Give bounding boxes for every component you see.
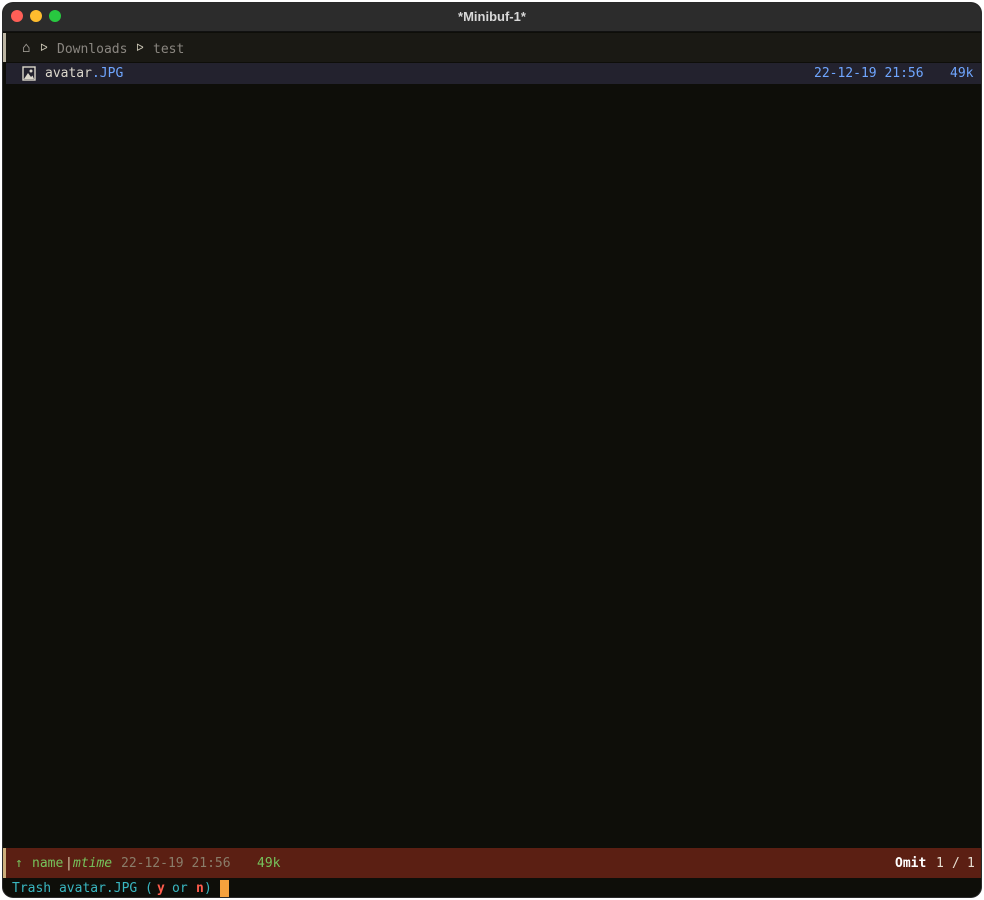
minibuffer-or: or bbox=[172, 881, 188, 896]
position-current: 1 bbox=[936, 856, 944, 871]
file-name[interactable]: avatar.JPG bbox=[45, 66, 123, 81]
title-bar: *Minibuf-1* bbox=[3, 3, 981, 32]
breadcrumb-separator-icon: ᐅ bbox=[40, 43, 48, 54]
file-mtime: 22-12-19 21:56 bbox=[814, 66, 924, 81]
yes-key: y bbox=[157, 881, 165, 896]
sort-separator: | bbox=[65, 856, 73, 871]
minibuffer[interactable]: Trash avatar.JPG ( y or n ) bbox=[3, 879, 981, 897]
minibuffer-prompt-suffix: ) bbox=[204, 881, 212, 896]
image-file-icon bbox=[22, 66, 36, 85]
breadcrumb-item-test[interactable]: test bbox=[153, 42, 184, 57]
omit-indicator[interactable]: Omit bbox=[895, 856, 926, 871]
modeline-date: 22-12-19 21:56 bbox=[121, 856, 231, 871]
text-cursor bbox=[220, 880, 229, 897]
window-title: *Minibuf-1* bbox=[458, 9, 526, 24]
file-extension: .JPG bbox=[91, 66, 124, 81]
mode-line: ↑ name | mtime 22-12-19 21:56 49k Omit 1… bbox=[3, 848, 981, 878]
position-separator: / bbox=[952, 856, 960, 871]
breadcrumb-item-downloads[interactable]: Downloads bbox=[57, 42, 127, 57]
home-icon[interactable]: ⌂ bbox=[22, 40, 30, 56]
sort-by-name[interactable]: name bbox=[32, 856, 63, 871]
sort-arrow-icon[interactable]: ↑ bbox=[15, 856, 23, 871]
breadcrumb: ⌂ ᐅ Downloads ᐅ test bbox=[3, 33, 981, 62]
modeline-size: 49k bbox=[257, 856, 281, 871]
minibuffer-prompt-prefix: Trash avatar.JPG ( bbox=[12, 881, 153, 896]
file-row[interactable]: avatar.JPG 22-12-19 21:56 49k bbox=[6, 63, 981, 84]
sort-by-mtime[interactable]: mtime bbox=[73, 856, 112, 871]
emacs-window: *Minibuf-1* ⌂ ᐅ Downloads ᐅ test avatar.… bbox=[3, 3, 981, 897]
breadcrumb-separator-icon: ᐅ bbox=[136, 43, 144, 54]
file-size: 49k bbox=[950, 66, 974, 81]
no-key: n bbox=[196, 881, 204, 896]
position-total: 1 bbox=[967, 856, 975, 871]
file-name-base: avatar bbox=[45, 66, 92, 81]
